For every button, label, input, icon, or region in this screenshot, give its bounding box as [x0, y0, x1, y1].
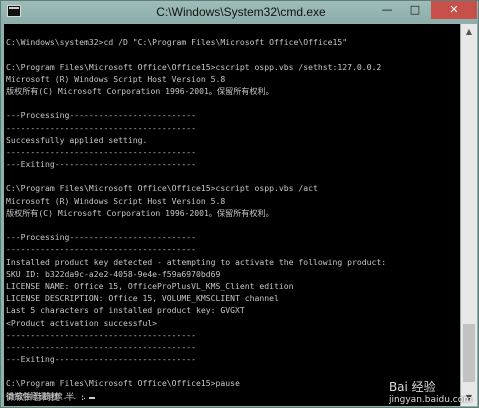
console-line: ---------------------------------------	[6, 329, 197, 340]
console-line: 版权所有(C) Microsoft Corporation 1996-2001。…	[6, 207, 274, 218]
console-lines: C:\Windows\system32>cd /D "C:\Program Fi…	[6, 24, 460, 402]
ime-status-bar[interactable]: 微软拼音简捷 半 :	[6, 390, 85, 403]
console-line: ---------------------------------------	[6, 122, 197, 133]
console-line: Microsoft (R) Windows Script Host Versio…	[6, 195, 226, 206]
console-line: Last 5 characters of installed product k…	[6, 305, 245, 316]
console-line: Installed product key detected - attempt…	[6, 256, 387, 267]
console-line: ---Exiting-----------------------------	[6, 354, 197, 365]
cmd-window: C:\Windows\System32\cmd.exe — □ ✕ C:\Win…	[0, 0, 479, 408]
console-line: LICENSE DESCRIPTION: Office 15, VOLUME_K…	[6, 293, 279, 304]
text-cursor	[89, 396, 96, 399]
console-line: 版权所有(C) Microsoft Corporation 1996-2001。…	[6, 85, 274, 96]
console-line: LICENSE NAME: Office 15, OfficeProPlusVL…	[6, 280, 294, 291]
console-line: ---------------------------------------	[6, 146, 197, 157]
console-line: ---Exiting-----------------------------	[6, 159, 197, 170]
console-line: Microsoft (R) Windows Script Host Versio…	[6, 73, 226, 84]
console-line: SKU ID: b322da9c-a2e2-4058-9e4e-f59a6970…	[6, 268, 221, 279]
console-line: C:\Windows\system32>cd /D "C:\Program Fi…	[6, 37, 348, 48]
watermark-url: jingyan.baidu.com	[388, 395, 472, 405]
console-line: C:\Program Files\Microsoft Office\Office…	[6, 183, 318, 194]
minimize-button[interactable]: —	[373, 1, 401, 19]
close-button[interactable]: ✕	[431, 1, 477, 19]
scroll-up-arrow-icon[interactable]: ▲	[461, 24, 477, 40]
baidu-watermark: Bai 经验 jingyan.baidu.com	[389, 378, 472, 405]
console-line: <Product activation successful>	[6, 317, 158, 328]
console-line: C:\Program Files\Microsoft Office\Office…	[6, 61, 382, 72]
console-output[interactable]: C:\Windows\system32>cd /D "C:\Program Fi…	[4, 24, 460, 406]
console-line: Successfully applied setting.	[6, 134, 148, 145]
console-line: ---------------------------------------	[6, 341, 197, 352]
watermark-brand: Bai 经验	[388, 380, 436, 394]
console-line: ---Processing--------------------------	[6, 232, 197, 243]
console-line: ---Processing--------------------------	[6, 110, 197, 121]
title-bar[interactable]: C:\Windows\System32\cmd.exe — □ ✕	[1, 1, 478, 23]
cmd-icon[interactable]	[7, 5, 21, 17]
maximize-button[interactable]: □	[401, 1, 429, 19]
vertical-scrollbar[interactable]: ▲ ▼	[461, 24, 477, 406]
scroll-thumb[interactable]	[463, 324, 475, 382]
console-line: ---------------------------------------	[6, 244, 197, 255]
window-title: C:\Windows\System32\cmd.exe	[156, 5, 326, 19]
